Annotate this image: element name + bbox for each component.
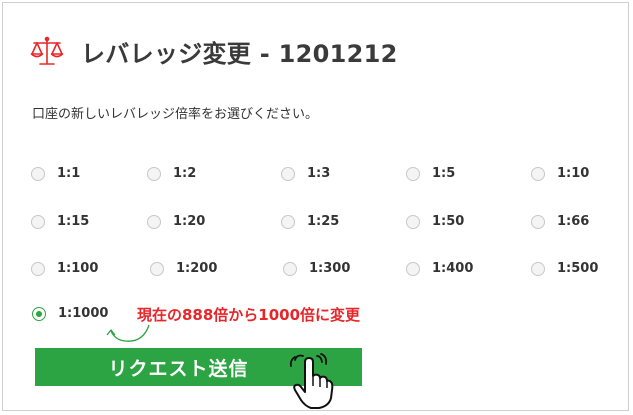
leverage-option-1-66[interactable]: 1:66 [531,214,589,229]
page-title: レバレッジ変更 - 1201212 [81,39,398,68]
leverage-option-1-5[interactable]: 1:5 [406,166,455,181]
radio-button[interactable] [147,214,161,229]
curved-arrow-icon [106,324,150,342]
radio-button[interactable] [281,166,295,181]
radio-button[interactable] [31,214,45,229]
change-annotation: 現在の888倍から1000倍に変更 [137,306,361,324]
radio-button[interactable] [150,261,164,276]
leverage-option-1-25[interactable]: 1:25 [281,214,339,229]
radio-button[interactable] [31,166,45,181]
radio-button[interactable] [531,214,545,229]
leverage-option-1-400[interactable]: 1:400 [406,261,473,276]
radio-button[interactable] [531,261,545,276]
leverage-option-1-100[interactable]: 1:100 [31,261,98,276]
leverage-option-1-2[interactable]: 1:2 [147,166,196,181]
instruction-text: 口座の新しいレバレッジ倍率をお選びください。 [32,107,319,122]
leverage-option-1-20[interactable]: 1:20 [147,214,205,229]
leverage-option-1-500[interactable]: 1:500 [531,261,598,276]
leverage-option-1-200[interactable]: 1:200 [150,261,217,276]
radio-button[interactable] [531,166,545,181]
radio-button[interactable] [281,214,295,229]
leverage-option-1-1000[interactable]: 1:1000 [32,306,108,321]
radio-button[interactable] [406,214,420,229]
radio-button[interactable] [31,261,45,276]
leverage-option-1-50[interactable]: 1:50 [406,214,464,229]
leverage-option-1-10[interactable]: 1:10 [531,166,589,181]
leverage-option-1-15[interactable]: 1:15 [31,214,89,229]
balance-scale-icon [30,36,64,65]
radio-button-selected[interactable] [32,306,46,321]
leverage-option-1-300[interactable]: 1:300 [283,261,350,276]
leverage-option-1-3[interactable]: 1:3 [281,166,330,181]
radio-button[interactable] [147,166,161,181]
radio-button[interactable] [283,261,297,276]
leverage-dialog: レバレッジ変更 - 1201212 口座の新しいレバレッジ倍率をお選びください。… [2,2,629,411]
radio-button[interactable] [406,261,420,276]
pointing-hand-icon [289,353,334,409]
radio-button[interactable] [406,166,420,181]
leverage-option-1-1[interactable]: 1:1 [31,166,80,181]
dialog-header: レバレッジ変更 - 1201212 [29,33,398,69]
